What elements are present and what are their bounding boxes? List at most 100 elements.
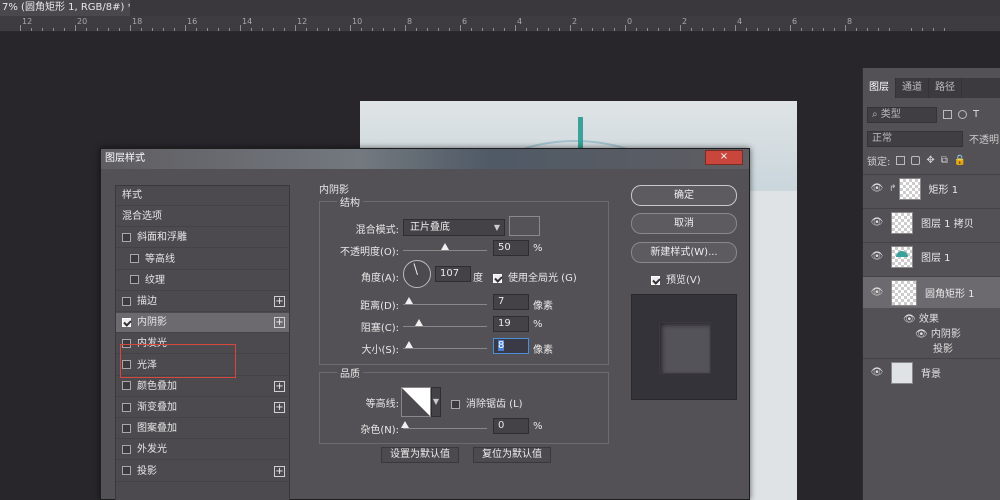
opacity-slider[interactable] (403, 243, 487, 251)
lock-position-icon[interactable]: ✥ (926, 155, 934, 166)
visibility-eye-icon[interactable]: 👁 (903, 314, 916, 325)
style-list-item[interactable]: 内阴影 + (116, 313, 289, 334)
ruler-minor-tick (636, 28, 637, 31)
layer-row-selected[interactable]: 👁 圆角矩形 1 (863, 276, 1000, 308)
add-style-plus-icon[interactable]: + (274, 465, 285, 477)
style-list-item[interactable]: 图案叠加 (116, 419, 289, 440)
add-style-plus-icon[interactable]: + (274, 317, 285, 329)
distance-slider[interactable] (403, 297, 487, 305)
new-style-button[interactable]: 新建样式(W)... (631, 242, 737, 263)
style-list-item-label: 渐变叠加 (137, 402, 177, 413)
noise-input[interactable]: 0 (493, 418, 529, 434)
effect-item[interactable]: 投影 (933, 340, 953, 355)
global-light-row[interactable]: 使用全局光 (G) (493, 269, 577, 284)
cancel-button[interactable]: 取消 (631, 213, 737, 234)
effect-item[interactable]: 👁 内阴影 (915, 325, 961, 340)
add-style-plus-icon[interactable]: + (274, 380, 285, 392)
filter-text-icon[interactable]: T (973, 109, 979, 120)
antialias-row[interactable]: 消除锯齿 (L) (451, 395, 523, 410)
dialog-title-bar[interactable]: 图层样式 (101, 149, 749, 169)
visibility-eye-icon[interactable]: 👁 (869, 251, 885, 262)
style-list-item[interactable]: 颜色叠加 + (116, 377, 289, 397)
style-checkbox[interactable] (122, 232, 131, 242)
visibility-eye-icon[interactable]: 👁 (869, 287, 885, 298)
choke-slider-thumb[interactable] (415, 319, 423, 326)
document-tab[interactable]: 7% (圆角矩形 1, RGB/8#) *× (0, 0, 147, 16)
angle-input[interactable]: 107 (435, 266, 471, 282)
layer-row[interactable]: 👁 图层 1 拷贝 (863, 208, 1000, 236)
filter-adjust-icon[interactable] (958, 110, 967, 119)
style-list-item[interactable]: 混合选项 (116, 207, 289, 228)
visibility-eye-icon[interactable]: 👁 (915, 329, 928, 340)
style-checkbox[interactable] (130, 275, 139, 285)
style-list-item[interactable]: 投影 + (116, 462, 289, 482)
ruler-number: 8 (847, 17, 853, 26)
layer-row[interactable]: 👁 图层 1 (863, 242, 1000, 270)
layer-blend-mode-select[interactable]: 正常 (867, 130, 963, 147)
effects-header[interactable]: 👁 效果 (903, 310, 939, 325)
size-input-value: 8 (498, 340, 505, 351)
lock-all-icon[interactable]: 🔒 (954, 155, 966, 166)
add-style-plus-icon[interactable]: + (274, 402, 285, 413)
style-checkbox[interactable] (122, 466, 131, 476)
antialias-checkbox[interactable] (451, 399, 460, 409)
opacity-input[interactable]: 50 (493, 240, 529, 256)
style-list-item[interactable]: 描边 + (116, 292, 289, 312)
shadow-color-swatch[interactable] (509, 216, 540, 236)
noise-slider[interactable] (401, 421, 487, 429)
tab-layers[interactable]: 图层 (863, 78, 896, 98)
style-list-item-label: 描边 (137, 296, 157, 307)
dialog-close-button[interactable]: × (705, 150, 743, 165)
style-list-item[interactable]: 等高线 (116, 250, 289, 270)
contour-picker[interactable] (401, 387, 431, 417)
blend-mode-label: 混合模式: (355, 225, 399, 236)
style-checkbox[interactable] (122, 381, 131, 391)
choke-input[interactable]: 19 (493, 316, 529, 332)
layer-row[interactable]: 👁 背景 (863, 358, 1000, 386)
add-style-plus-icon[interactable]: + (274, 296, 285, 307)
style-checkbox[interactable] (122, 317, 131, 327)
ok-button[interactable]: 确定 (631, 185, 737, 206)
layer-filter-select[interactable]: ⌕ 类型 (867, 106, 937, 123)
style-list-item[interactable]: 渐变叠加 + (116, 398, 289, 418)
contour-dropdown-button[interactable]: ▼ (431, 387, 441, 417)
style-checkbox[interactable] (130, 254, 139, 264)
style-list-item[interactable]: 外发光 (116, 440, 289, 461)
distance-slider-thumb[interactable] (405, 297, 413, 304)
style-checkbox[interactable] (122, 402, 131, 412)
lock-image-icon[interactable] (911, 156, 921, 165)
size-slider[interactable] (403, 341, 487, 349)
style-checkbox[interactable] (122, 444, 131, 454)
distance-input[interactable]: 7 (493, 294, 529, 310)
opacity-slider-thumb[interactable] (441, 243, 449, 250)
ruler-major-tick (20, 25, 21, 31)
ruler-minor-tick (438, 28, 439, 31)
ruler-minor-tick (284, 28, 285, 31)
preview-row[interactable]: 预览(V) (651, 271, 701, 286)
style-list-item[interactable]: 纹理 (116, 271, 289, 291)
visibility-eye-icon[interactable]: 👁 (869, 367, 885, 378)
style-checkbox[interactable] (122, 423, 131, 433)
lock-transparent-icon[interactable] (896, 156, 906, 165)
noise-slider-thumb[interactable] (401, 421, 409, 428)
filter-image-icon[interactable] (943, 110, 952, 119)
size-slider-thumb[interactable] (405, 341, 413, 348)
choke-slider[interactable] (403, 319, 487, 327)
set-default-button[interactable]: 设置为默认值 (381, 447, 459, 463)
style-list-item[interactable]: 样式 (116, 186, 289, 206)
visibility-eye-icon[interactable]: 👁 (869, 217, 885, 228)
style-list-item[interactable]: 斜面和浮雕 (116, 228, 289, 249)
style-checkbox[interactable] (122, 296, 131, 306)
size-input[interactable]: 8 (493, 338, 529, 354)
preview-checkbox[interactable] (651, 275, 660, 285)
lock-artboard-icon[interactable]: ⧉ (941, 155, 948, 166)
layer-row[interactable]: 👁 ↱ 矩形 1 (863, 174, 1000, 202)
angle-dial[interactable] (403, 260, 431, 288)
blend-mode-select[interactable]: 正片叠底 ▼ (403, 219, 505, 236)
global-light-checkbox[interactable] (493, 273, 502, 283)
tab-paths[interactable]: 路径 (929, 78, 962, 98)
ruler-number: 16 (187, 17, 198, 26)
visibility-eye-icon[interactable]: 👁 (869, 183, 885, 194)
tab-channels[interactable]: 通道 (896, 78, 929, 98)
reset-default-button[interactable]: 复位为默认值 (473, 447, 551, 463)
